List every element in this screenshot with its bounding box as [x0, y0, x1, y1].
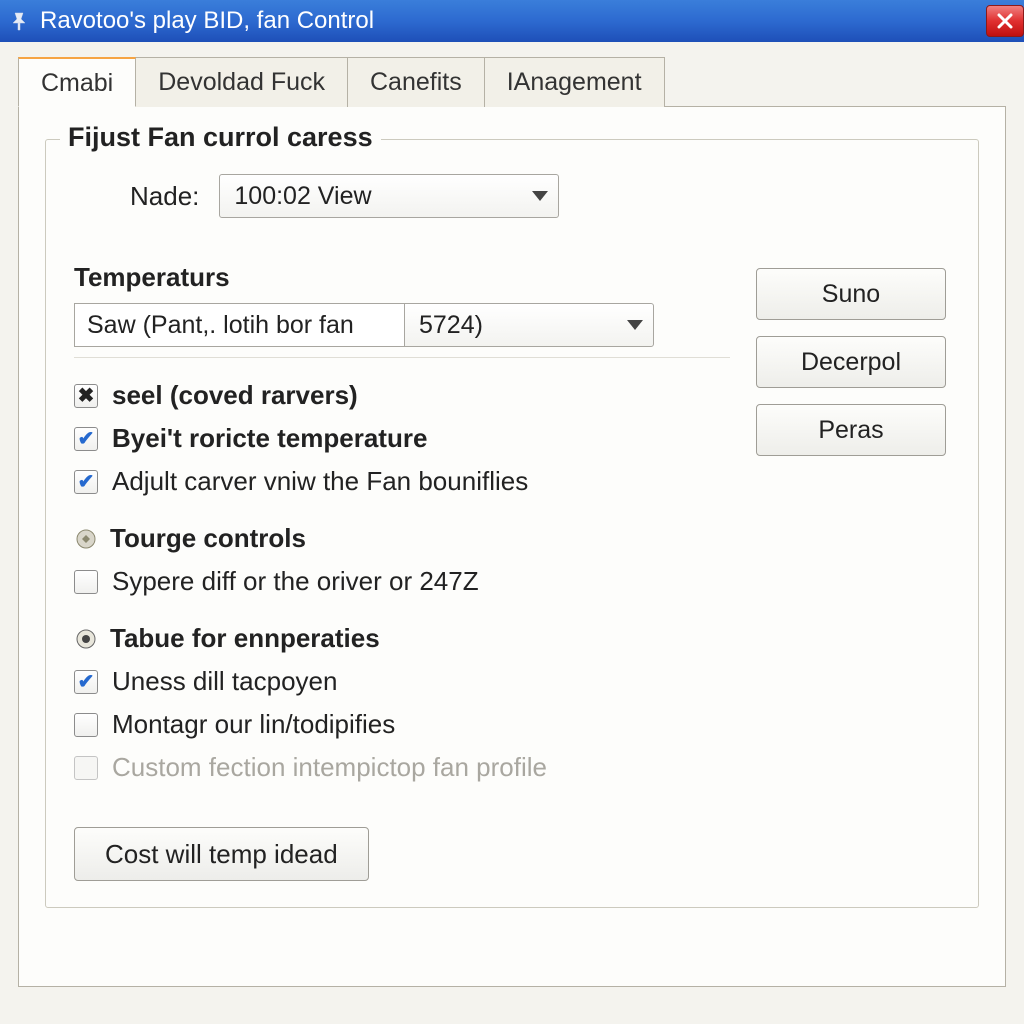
tourge-icon — [74, 527, 98, 551]
cost-temp-button[interactable]: Cost will temp idead — [74, 827, 369, 881]
section1-chk2-label: Adjult carver vniw the Fan bouniflies — [112, 466, 528, 497]
tab-canefits[interactable]: Canefits — [347, 57, 485, 107]
checkbox-seel-header[interactable]: ✖ — [74, 384, 98, 408]
nade-label: Nade: — [130, 181, 199, 212]
fieldset-legend: Fijust Fan currol caress — [60, 122, 381, 153]
temperature-select-value: 5724) — [419, 311, 483, 340]
checkbox-sypere-diff[interactable] — [74, 570, 98, 594]
tab-devoldad[interactable]: Devoldad Fuck — [135, 57, 348, 107]
section2-chk1-label: Sypere diff or the oriver or 247Z — [112, 566, 479, 597]
divider — [74, 357, 730, 358]
section2-title: Tourge controls — [110, 523, 306, 554]
section3-chk2-label: Montagr our lin/todipifies — [112, 709, 395, 740]
close-button[interactable] — [986, 5, 1024, 37]
window-body: Cmabi Devoldad Fuck Canefits IAnagement … — [0, 42, 1024, 1024]
fieldset-fan-control: Fijust Fan currol caress Nade: 100:02 Vi… — [45, 139, 979, 908]
section3-chk1-label: Uness dill tacpoyen — [112, 666, 337, 697]
section1-chk1-label: Byei't roricte temperature — [112, 423, 427, 454]
nade-value: 100:02 View — [234, 182, 371, 211]
tab-ianagement[interactable]: IAnagement — [484, 57, 665, 107]
tab-strip: Cmabi Devoldad Fuck Canefits IAnagement — [18, 56, 1006, 107]
chevron-down-icon — [627, 320, 643, 330]
chevron-down-icon — [532, 191, 548, 201]
checkbox-custom-fection — [74, 756, 98, 780]
pin-icon — [8, 10, 30, 32]
temperature-text-value: Saw (Pant,. lotih bor fan — [87, 311, 354, 340]
title-bar: Ravotoo's play BID, fan Control — [0, 0, 1024, 42]
decerpol-button[interactable]: Decerpol — [756, 336, 946, 388]
temperature-select[interactable]: 5724) — [404, 303, 654, 347]
temperature-text-input[interactable]: Saw (Pant,. lotih bor fan — [74, 303, 404, 347]
window-title: Ravotoo's play BID, fan Control — [40, 7, 986, 35]
tab-cmabi[interactable]: Cmabi — [18, 57, 136, 107]
section1-title: seel (coved rarvers) — [112, 380, 358, 411]
checkbox-montagr[interactable] — [74, 713, 98, 737]
temperatures-heading: Temperaturs — [74, 262, 730, 293]
checkbox-adjult-carver[interactable]: ✔ — [74, 470, 98, 494]
checkbox-roricte-temperature[interactable]: ✔ — [74, 427, 98, 451]
peras-button[interactable]: Peras — [756, 404, 946, 456]
tab-panel: Fijust Fan currol caress Nade: 100:02 Vi… — [18, 107, 1006, 987]
nade-dropdown[interactable]: 100:02 View — [219, 174, 559, 218]
section3-chk3-label: Custom fection intempictop fan profile — [112, 752, 547, 783]
checkbox-uness-dill[interactable]: ✔ — [74, 670, 98, 694]
section3-title: Tabue for ennperaties — [110, 623, 380, 654]
tabue-icon — [74, 627, 98, 651]
suno-button[interactable]: Suno — [756, 268, 946, 320]
